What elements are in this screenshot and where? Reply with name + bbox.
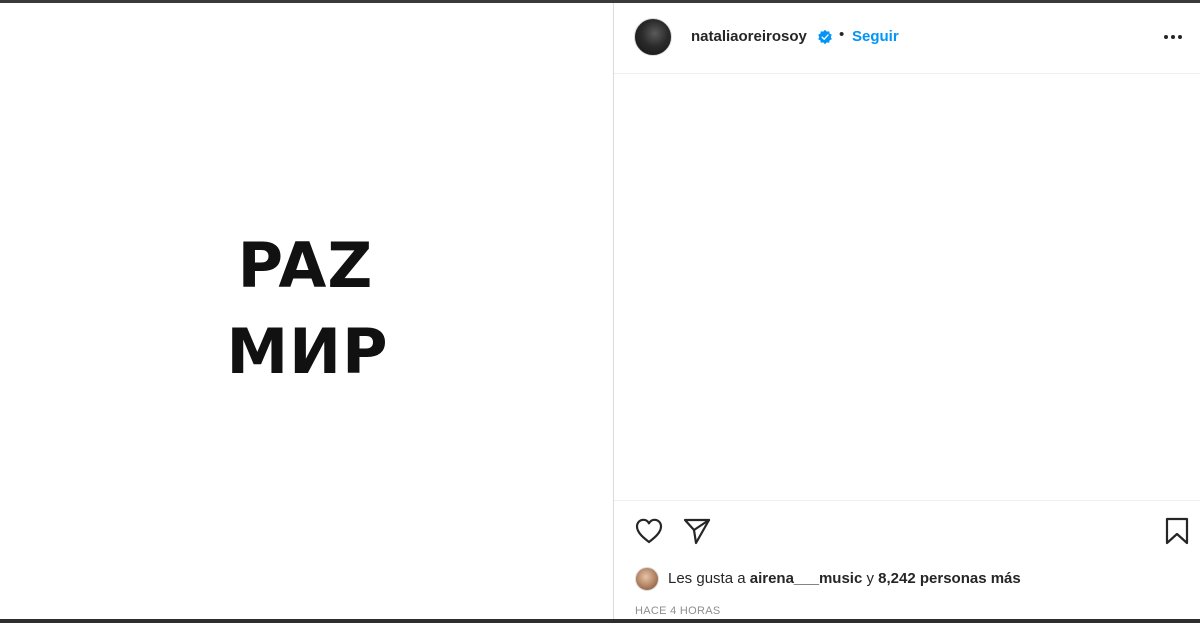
verified-badge-icon	[818, 29, 832, 45]
likes-count-link[interactable]: 8,242 personas más	[878, 570, 1021, 587]
paper-plane-icon[interactable]	[682, 516, 712, 546]
post-side-panel: nataliaoreirosoy • Seguir Les gusta a ai…	[613, 3, 1200, 619]
separator-dot: •	[839, 26, 845, 43]
comments-area[interactable]	[614, 74, 1200, 500]
media-text-line-1: PAZ	[237, 229, 374, 302]
liker-username[interactable]: airena___music	[750, 570, 863, 587]
heart-icon[interactable]	[634, 516, 664, 546]
post-media[interactable]: PAZ МИР	[0, 3, 613, 619]
follow-button[interactable]: Seguir	[852, 28, 899, 45]
post-timestamp[interactable]: HACE 4 HORAS	[635, 605, 721, 617]
bottom-background-strip	[0, 619, 1200, 623]
bookmark-icon[interactable]	[1164, 516, 1190, 546]
liker-avatar[interactable]	[635, 567, 659, 591]
likes-prefix: Les gusta a	[668, 570, 746, 587]
post-header: nataliaoreirosoy • Seguir	[614, 3, 1200, 74]
post-actions-section: Les gusta a airena___music y 8,242 perso…	[614, 500, 1200, 619]
author-username[interactable]: nataliaoreirosoy	[691, 28, 807, 45]
likes-middle: y	[866, 570, 874, 587]
author-avatar[interactable]	[634, 18, 672, 56]
media-text-line-2: МИР	[226, 315, 389, 388]
more-options-icon[interactable]	[1162, 29, 1184, 45]
likes-text: Les gusta a airena___music y 8,242 perso…	[668, 570, 1021, 587]
